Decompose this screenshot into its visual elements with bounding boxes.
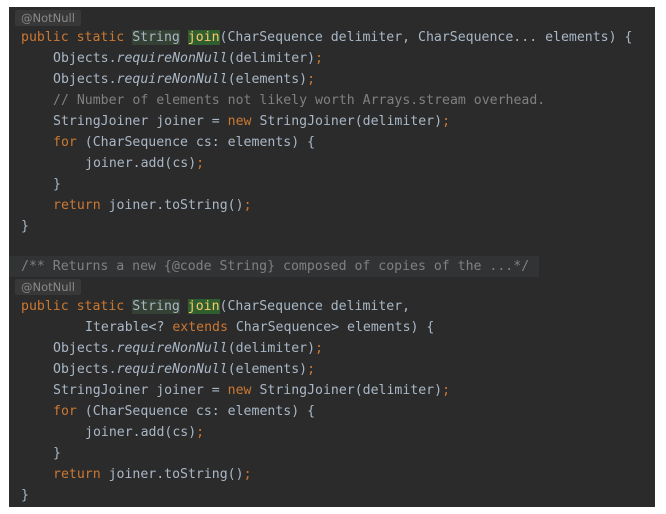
code-line: for (CharSequence cs: elements) { — [53, 133, 315, 153]
closing-brace: } — [53, 446, 61, 461]
static-call: requireNonNull — [116, 51, 228, 66]
keyword-for: for — [53, 404, 77, 419]
code-text: Objects. — [53, 341, 117, 356]
code-text: CharSequence> elements) { — [227, 320, 435, 335]
code-line: StringJoiner joiner = new StringJoiner(d… — [53, 381, 450, 401]
semicolon: ; — [315, 341, 323, 356]
code-line: Iterable<? extends CharSequence> element… — [85, 318, 434, 338]
code-editor[interactable]: @NotNull public static String join(CharS… — [9, 7, 655, 507]
closing-brace: } — [21, 488, 29, 503]
code-line: Objects.requireNonNull(elements); — [53, 360, 315, 380]
semicolon: ; — [196, 425, 205, 440]
annotation-badge: @NotNull — [15, 10, 81, 26]
keyword-public: public — [21, 299, 69, 314]
keyword-static: static — [76, 299, 125, 314]
code-text: StringJoiner(delimiter) — [251, 114, 443, 129]
code-text: joiner.add(cs) — [85, 425, 197, 440]
method-name: join — [187, 30, 220, 45]
semicolon: ; — [307, 72, 316, 87]
code-text: (CharSequence cs: elements) { — [76, 404, 316, 419]
keyword-return: return — [53, 198, 101, 213]
code-line: for (CharSequence cs: elements) { — [53, 402, 315, 422]
code-text: StringJoiner joiner = — [53, 383, 228, 398]
semicolon: ; — [243, 467, 252, 482]
keyword-extends: extends — [172, 320, 228, 335]
annotation-badge: @NotNull — [15, 279, 81, 295]
line-comment: // Number of elements not likely worth A… — [53, 93, 546, 108]
keyword-public: public — [21, 30, 69, 45]
method-signature: (CharSequence delimiter, CharSequence...… — [219, 30, 633, 45]
keyword-new: new — [227, 383, 252, 398]
code-line: public static String join(CharSequence d… — [21, 297, 410, 317]
semicolon: ; — [315, 51, 323, 66]
code-text: StringJoiner(delimiter) — [251, 383, 443, 398]
code-line: StringJoiner joiner = new StringJoiner(d… — [53, 112, 450, 132]
code-text: joiner.toString() — [100, 198, 244, 213]
code-line: return joiner.toString(); — [53, 196, 252, 216]
closing-brace: } — [53, 177, 61, 192]
doc-comment[interactable]: /** Returns a new {@code String} compose… — [21, 257, 529, 277]
code-text: (delimiter) — [227, 341, 316, 356]
semicolon: ; — [196, 156, 205, 171]
method-name: join — [187, 299, 220, 314]
return-type: String — [132, 299, 180, 314]
static-call: requireNonNull — [116, 72, 228, 87]
code-text: (delimiter) — [227, 51, 316, 66]
semicolon: ; — [243, 198, 252, 213]
code-text: (elements) — [227, 72, 308, 87]
code-text: Objects. — [53, 362, 117, 377]
keyword-return: return — [53, 467, 101, 482]
static-call: requireNonNull — [116, 362, 228, 377]
keyword-static: static — [76, 30, 125, 45]
code-line: Objects.requireNonNull(delimiter); — [53, 339, 323, 359]
code-text: Objects. — [53, 72, 117, 87]
code-text: joiner.toString() — [100, 467, 244, 482]
code-line: public static String join(CharSequence d… — [21, 28, 632, 48]
semicolon: ; — [442, 114, 451, 129]
code-line: Objects.requireNonNull(elements); — [53, 70, 315, 90]
code-text: joiner.add(cs) — [85, 156, 197, 171]
code-text: (CharSequence cs: elements) { — [76, 135, 316, 150]
code-line: Objects.requireNonNull(delimiter); — [53, 49, 323, 69]
static-call: requireNonNull — [116, 341, 228, 356]
code-text: Iterable<? — [85, 320, 173, 335]
semicolon: ; — [307, 362, 316, 377]
keyword-for: for — [53, 135, 77, 150]
method-signature: (CharSequence delimiter, — [219, 299, 411, 314]
semicolon: ; — [442, 383, 451, 398]
code-line: return joiner.toString(); — [53, 465, 252, 485]
code-text: Objects. — [53, 51, 117, 66]
keyword-new: new — [227, 114, 252, 129]
code-line: joiner.add(cs); — [85, 423, 204, 443]
code-text: (elements) — [227, 362, 308, 377]
code-line: joiner.add(cs); — [85, 154, 204, 174]
return-type: String — [132, 30, 180, 45]
closing-brace: } — [21, 219, 29, 234]
code-text: StringJoiner joiner = — [53, 114, 228, 129]
